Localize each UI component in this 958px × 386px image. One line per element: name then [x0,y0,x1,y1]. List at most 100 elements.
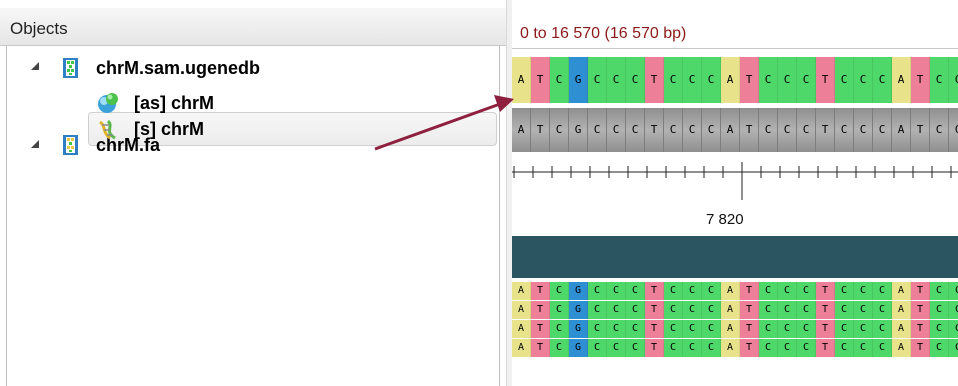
read-base: T [911,282,930,300]
read-base: C [873,339,892,357]
read-base: T [645,339,664,357]
sequence-icon [96,118,120,142]
read-base: A [512,320,531,338]
sequence-ruler [512,162,958,200]
read-row: ATCGCCCTCCCATCCCTCCCATCC [512,339,958,357]
read-base: C [626,320,645,338]
read-base: C [797,339,816,357]
read-base: C [854,282,873,300]
consensus-base: C [683,108,702,152]
read-base: C [607,320,626,338]
read-base: T [531,301,550,319]
objects-panel-header: Objects [0,8,506,46]
read-base: T [911,301,930,319]
consensus-base: C [930,108,949,152]
read-base: T [645,320,664,338]
objects-panel-frame [6,46,500,386]
read-base: C [626,339,645,357]
document-icon [62,57,80,79]
read-base: C [949,339,958,357]
reference-base: C [683,57,702,103]
read-base: C [759,301,778,319]
reference-base: C [702,57,721,103]
collapse-arrow-icon[interactable] [30,139,40,149]
read-base: C [778,301,797,319]
consensus-sequence-row: ATCGCCCTCCCATCCCTCCCATCC [512,108,958,152]
read-base: C [930,301,949,319]
consensus-base: G [569,108,588,152]
read-base: A [892,339,911,357]
read-base: C [797,282,816,300]
read-base: C [949,320,958,338]
read-base: C [854,301,873,319]
reference-base: C [797,57,816,103]
reference-base: T [531,57,550,103]
tree-item-label: [s] chrM [134,118,205,139]
read-base: C [702,339,721,357]
read-base: G [569,282,588,300]
read-base: T [816,301,835,319]
read-base: C [930,339,949,357]
consensus-base: C [626,108,645,152]
read-base: C [550,320,569,338]
reference-base: C [607,57,626,103]
read-base: C [759,320,778,338]
ruler-position-label: 7 820 [706,211,744,228]
read-base: C [683,301,702,319]
consensus-base: A [721,108,740,152]
consensus-base: T [911,108,930,152]
read-base: C [835,339,854,357]
consensus-base: C [835,108,854,152]
read-base: C [683,339,702,357]
read-base: C [930,282,949,300]
read-base: C [550,282,569,300]
consensus-base: C [797,108,816,152]
read-base: A [721,301,740,319]
consensus-base: C [550,108,569,152]
read-base: T [911,320,930,338]
read-base: C [588,320,607,338]
consensus-base: A [512,108,531,152]
read-row: ATCGCCCTCCCATCCCTCCCATCC [512,282,958,300]
read-base: C [759,339,778,357]
read-base: C [949,301,958,319]
read-base: G [569,320,588,338]
read-base: T [816,320,835,338]
read-base: C [664,301,683,319]
reference-base: C [854,57,873,103]
objects-panel: Objects chrM.sam.ugenedb [as] chrM chrM.… [0,0,506,386]
read-base: C [702,301,721,319]
tree-item-label: [as] chrM [134,92,215,113]
reference-base: C [626,57,645,103]
reference-base: C [949,57,958,103]
read-base: A [512,301,531,319]
read-base: C [854,339,873,357]
sequence-view: 0 to 16 570 (16 570 bp) ATCGCCCTCCCATCCC… [512,0,958,386]
reference-base: A [512,57,531,103]
read-base: C [854,320,873,338]
read-base: G [569,339,588,357]
read-base: C [664,339,683,357]
read-base: T [740,339,759,357]
read-base: A [892,301,911,319]
consensus-base: C [588,108,607,152]
read-base: C [778,320,797,338]
read-base: A [721,282,740,300]
tree-item-s-chrm-content[interactable]: [s] chrM [96,113,204,145]
read-base: C [778,339,797,357]
read-base: C [835,301,854,319]
read-base: C [873,282,892,300]
consensus-base: T [740,108,759,152]
reference-base: A [892,57,911,103]
document-icon [62,134,80,156]
read-base: C [778,282,797,300]
tree-item-chrm-sam-ugenedb[interactable]: chrM.sam.ugenedb [62,52,260,84]
read-base: A [512,339,531,357]
reference-base: T [645,57,664,103]
read-base: C [683,282,702,300]
read-base: C [797,301,816,319]
read-base: C [550,339,569,357]
collapse-arrow-icon[interactable] [30,61,40,71]
read-base: T [740,282,759,300]
consensus-base: T [531,108,550,152]
